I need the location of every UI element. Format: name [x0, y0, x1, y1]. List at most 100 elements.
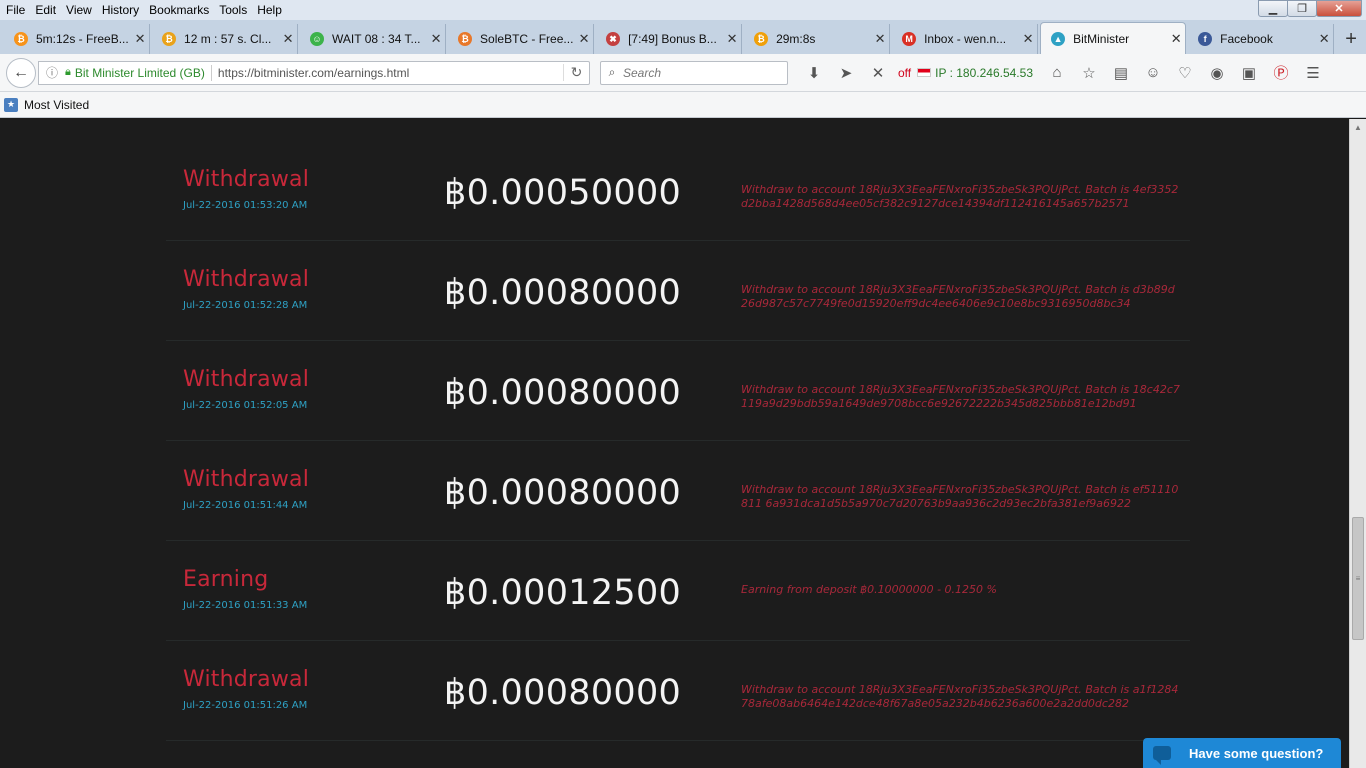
image-icon[interactable]: ▣	[1233, 64, 1265, 82]
transaction-type: Withdrawal	[183, 667, 310, 692]
page-viewport: Withdrawal Jul-22-2016 01:53:20 AM ฿0.0005…	[0, 119, 1349, 768]
browser-tab[interactable]: M Inbox - wen.n... ✕	[892, 24, 1039, 54]
tab-favicon-icon: ▲	[1051, 31, 1066, 46]
chat-button[interactable]: Have some question?	[1143, 738, 1341, 768]
menu-file[interactable]: File	[0, 3, 30, 17]
transaction-amount: ฿0.00050000	[444, 173, 682, 213]
tab-close-icon[interactable]: ✕	[871, 31, 889, 47]
smiley-icon[interactable]: ☺	[1137, 64, 1169, 81]
transaction-note: Withdraw to account 18Rju3X3EeaFENxroFi3…	[741, 283, 1175, 310]
search-input[interactable]: ⌕ Search	[600, 60, 788, 85]
bookmark-most-visited[interactable]: Most Visited	[24, 98, 89, 112]
menu-history[interactable]: History	[97, 3, 144, 17]
adblock-icon[interactable]: ◉	[1201, 64, 1233, 82]
transaction-date: Jul-22-2016 01:52:05 AM	[183, 400, 308, 411]
tab-favicon-icon: f	[1198, 32, 1213, 46]
proxy-off-label[interactable]: off	[898, 66, 911, 80]
menu-view[interactable]: View	[61, 3, 97, 17]
star-icon[interactable]: ☆	[1073, 64, 1105, 82]
transaction-amount: ฿0.00012500	[444, 573, 682, 613]
menu-bar: File Edit View History Bookmarks Tools H…	[0, 0, 1366, 20]
search-placeholder: Search	[623, 65, 662, 80]
info-icon[interactable]: ⓘ	[43, 64, 61, 81]
tab-favicon-icon: M	[902, 32, 917, 46]
transaction-note: Withdraw to account 18Rju3X3EeaFENxroFi3…	[741, 483, 1179, 510]
download-icon[interactable]: ⬇	[798, 64, 830, 82]
back-button[interactable]: ←	[6, 57, 36, 88]
reading-list-icon[interactable]: ▤	[1105, 64, 1137, 82]
tab-label: 29m:8s	[776, 32, 816, 46]
bookmark-folder-icon: ★	[4, 97, 18, 112]
transaction-row: Withdrawal Jul-22-2016 01:52:28 AM ฿0.0008…	[166, 241, 1190, 341]
browser-tab[interactable]: ▲ BitMinister ✕	[1040, 22, 1187, 54]
tab-close-icon[interactable]: ✕	[723, 31, 741, 47]
hamburger-menu-icon[interactable]: ☰	[1297, 64, 1329, 82]
transaction-row: Withdrawal Jul-22-2016 01:51:44 AM ฿0.0008…	[166, 441, 1190, 541]
tab-close-icon[interactable]: ✕	[1019, 31, 1037, 47]
transaction-type: Withdrawal	[183, 467, 310, 492]
tab-favicon-icon: ☺	[310, 32, 325, 46]
address-bar[interactable]: ⓘ 🔒︎ Bit Minister Limited (GB) https://b…	[38, 60, 590, 85]
navigation-bar: ← ⓘ 🔒︎ Bit Minister Limited (GB) https:/…	[0, 54, 1366, 92]
tab-label: [7:49] Bonus B...	[628, 32, 717, 46]
scroll-up-arrow-icon[interactable]: ▲	[1350, 119, 1366, 135]
ip-address: IP : 180.246.54.53	[935, 65, 1033, 80]
tab-close-icon[interactable]: ✕	[1315, 31, 1333, 47]
tab-label: 5m:12s - FreeB...	[36, 32, 129, 46]
scrollbar-thumb[interactable]: ≡	[1352, 517, 1364, 640]
url-text[interactable]: https://bitminister.com/earnings.html	[218, 66, 563, 80]
transaction-date: Jul-22-2016 01:51:33 AM	[183, 600, 308, 611]
menu-bookmarks[interactable]: Bookmarks	[144, 3, 214, 17]
transaction-date: Jul-22-2016 01:52:28 AM	[183, 300, 308, 311]
transaction-amount: ฿0.00080000	[444, 473, 682, 513]
browser-tab[interactable]: ₿ 29m:8s ✕	[744, 24, 891, 54]
back-arrow-icon: ←	[13, 63, 29, 81]
browser-tab[interactable]: ☺ WAIT 08 : 34 T... ✕	[300, 24, 447, 54]
browser-tab[interactable]: ₿ SoleBTC - Free... ✕	[448, 24, 595, 54]
browser-tab[interactable]: f Facebook ✕	[1188, 24, 1335, 54]
tab-label: Inbox - wen.n...	[924, 32, 1007, 46]
x-extension-icon[interactable]: ✕	[862, 64, 894, 82]
tab-close-icon[interactable]: ✕	[427, 31, 445, 47]
tab-favicon-icon: ✖	[606, 32, 621, 46]
pocket-icon[interactable]: ♡	[1169, 64, 1201, 82]
pinterest-icon[interactable]: Ⓟ	[1265, 62, 1297, 83]
browser-tab[interactable]: ₿ 12 m : 57 s. Cl... ✕	[152, 24, 299, 54]
tab-label: 12 m : 57 s. Cl...	[184, 32, 272, 46]
restore-button[interactable]: ❐	[1287, 0, 1317, 17]
minimize-button[interactable]: ▁	[1258, 0, 1288, 17]
transaction-type: Earning	[183, 567, 269, 592]
tab-favicon-icon: ₿	[14, 32, 28, 46]
transaction-amount: ฿0.00080000	[444, 373, 682, 413]
transaction-amount: ฿0.00080000	[444, 673, 682, 713]
close-window-button[interactable]: ✕	[1316, 0, 1362, 17]
tab-close-icon[interactable]: ✕	[279, 31, 297, 47]
new-tab-button[interactable]: +	[1336, 24, 1366, 54]
chat-label: Have some question?	[1189, 745, 1324, 761]
tab-close-icon[interactable]: ✕	[575, 31, 593, 47]
home-icon[interactable]: ⌂	[1041, 64, 1073, 81]
transaction-type: Withdrawal	[183, 367, 310, 392]
transaction-note: Withdraw to account 18Rju3X3EeaFENxroFi3…	[741, 383, 1180, 410]
menu-help[interactable]: Help	[252, 3, 287, 17]
window-controls: ▁ ❐ ✕	[1258, 0, 1362, 17]
menu-edit[interactable]: Edit	[30, 3, 61, 17]
send-icon[interactable]: ➤	[830, 64, 862, 82]
tab-close-icon[interactable]: ✕	[1167, 31, 1185, 47]
browser-tab[interactable]: ✖ [7:49] Bonus B... ✕	[596, 24, 743, 54]
toolbar: ⬇ ➤ ✕ off IP : 180.246.54.53 ⌂ ☆ ▤ ☺ ♡ ◉…	[798, 54, 1329, 91]
tab-favicon-icon: ₿	[458, 32, 473, 46]
browser-tab[interactable]: ₿ 5m:12s - FreeB... ✕	[4, 24, 151, 54]
tab-label: SoleBTC - Free...	[480, 32, 574, 46]
transaction-note: Withdraw to account 18Rju3X3EeaFENxroFi3…	[741, 683, 1179, 710]
vertical-scrollbar[interactable]: ▲ ≡	[1349, 119, 1366, 768]
transaction-date: Jul-22-2016 01:51:44 AM	[183, 500, 308, 511]
tab-label: Facebook	[1220, 32, 1273, 46]
site-identity[interactable]: Bit Minister Limited (GB)	[75, 66, 205, 80]
chat-bubble-icon	[1153, 746, 1171, 765]
transaction-row: Withdrawal Jul-22-2016 01:52:05 AM ฿0.0008…	[166, 341, 1190, 441]
transaction-row: Earning Jul-22-2016 01:51:33 AM ฿0.0001250…	[166, 541, 1190, 641]
tab-close-icon[interactable]: ✕	[131, 31, 149, 47]
reload-icon[interactable]: ↻	[563, 64, 589, 81]
menu-tools[interactable]: Tools	[214, 3, 252, 17]
